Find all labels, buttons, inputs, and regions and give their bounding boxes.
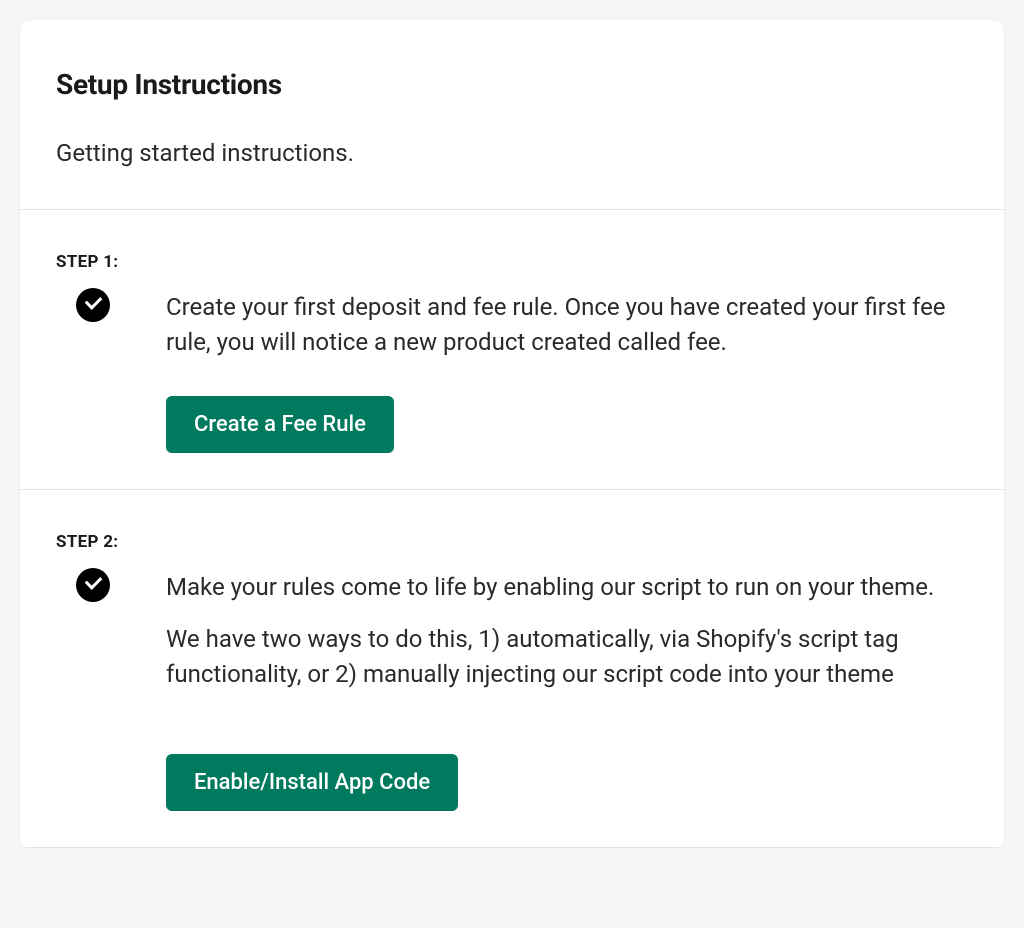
step-1-body: Create your first deposit and fee rule. …	[56, 290, 968, 453]
check-circle-icon	[76, 288, 110, 322]
page-title: Setup Instructions	[56, 68, 968, 101]
step-2-status-icon	[76, 568, 110, 602]
step-1: STEP 1: Create your first deposit and fe…	[20, 210, 1004, 489]
step-2-description-2: We have two ways to do this, 1) automati…	[166, 622, 968, 692]
page-subtitle: Getting started instructions.	[56, 139, 968, 167]
enable-install-app-code-button[interactable]: Enable/Install App Code	[166, 754, 458, 811]
create-fee-rule-button[interactable]: Create a Fee Rule	[166, 396, 394, 453]
step-2-content: Make your rules come to life by enabling…	[166, 570, 968, 811]
setup-instructions-card: Setup Instructions Getting started instr…	[20, 20, 1004, 848]
check-circle-icon	[76, 568, 110, 602]
step-1-status-icon	[76, 288, 110, 322]
step-2-label: STEP 2:	[56, 532, 968, 552]
step-2-body: Make your rules come to life by enabling…	[56, 570, 968, 811]
step-2: STEP 2: Make your rules come to life by …	[20, 490, 1004, 847]
step-1-description: Create your first deposit and fee rule. …	[166, 290, 968, 360]
divider	[20, 847, 1004, 848]
step-1-content: Create your first deposit and fee rule. …	[166, 290, 968, 453]
card-header: Setup Instructions Getting started instr…	[20, 20, 1004, 209]
step-1-label: STEP 1:	[56, 252, 968, 272]
step-2-description-1: Make your rules come to life by enabling…	[166, 570, 968, 605]
